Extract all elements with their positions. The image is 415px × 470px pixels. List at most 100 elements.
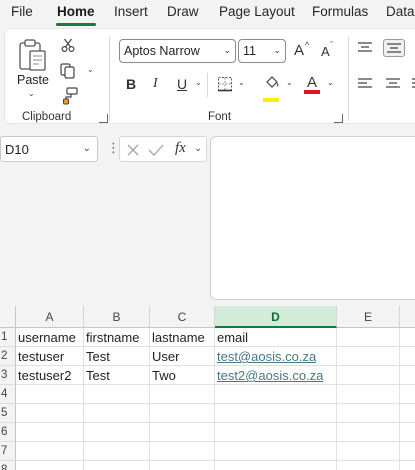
cell-b4[interactable] — [84, 385, 150, 404]
row-header-7[interactable]: 7 — [0, 442, 16, 461]
bold-button[interactable]: B — [126, 76, 136, 92]
decrease-font-size-button[interactable]: A — [321, 44, 330, 59]
align-center-icon[interactable] — [385, 77, 401, 91]
cell-e3[interactable] — [337, 366, 400, 385]
column-header-d[interactable]: D — [215, 306, 337, 328]
cell-d4[interactable] — [215, 385, 337, 404]
font-color-chevron-down-icon[interactable]: ⌄ — [327, 78, 334, 87]
align-top-icon[interactable] — [357, 41, 373, 55]
cell-b5[interactable] — [84, 404, 150, 423]
cell-a1[interactable]: username — [16, 328, 84, 347]
row-header-5[interactable]: 5 — [0, 404, 16, 423]
borders-chevron-down-icon[interactable]: ⌄ — [238, 78, 245, 87]
tab-page-layout[interactable]: Page Layout — [219, 4, 295, 19]
cell-c5[interactable] — [150, 404, 215, 423]
paste-icon[interactable] — [17, 37, 49, 73]
name-box-chevron-down-icon[interactable]: ⌄ — [83, 143, 91, 154]
borders-icon[interactable] — [217, 76, 233, 92]
cancel-icon[interactable] — [126, 143, 140, 157]
fx-chevron-down-icon[interactable]: ⌄ — [194, 143, 202, 154]
cell-f4[interactable] — [400, 385, 415, 404]
cell-f6[interactable] — [400, 423, 415, 442]
row-header-1[interactable]: 1 — [0, 328, 16, 347]
cell-f5[interactable] — [400, 404, 415, 423]
cell-a3[interactable]: testuser2 — [16, 366, 84, 385]
column-header-f[interactable] — [400, 306, 415, 328]
tab-insert[interactable]: Insert — [114, 4, 148, 19]
fill-color-chevron-down-icon[interactable]: ⌄ — [286, 78, 293, 87]
cell-e5[interactable] — [337, 404, 400, 423]
column-header-b[interactable]: B — [84, 306, 150, 328]
cell-d7[interactable] — [215, 442, 337, 461]
cell-e4[interactable] — [337, 385, 400, 404]
cell-f2[interactable] — [400, 347, 415, 366]
copy-icon[interactable] — [60, 63, 78, 79]
cell-d5[interactable] — [215, 404, 337, 423]
column-header-a[interactable]: A — [16, 306, 84, 328]
row-header-3[interactable]: 3 — [0, 366, 16, 385]
cell-b8[interactable] — [84, 461, 150, 470]
cell-f8[interactable] — [400, 461, 415, 470]
italic-button[interactable]: I — [153, 76, 158, 92]
cell-e6[interactable] — [337, 423, 400, 442]
cell-a5[interactable] — [16, 404, 84, 423]
row-header-4[interactable]: 4 — [0, 385, 16, 404]
formula-input[interactable] — [210, 136, 415, 300]
name-box[interactable]: D10 ⌄ — [0, 136, 98, 162]
cell-b3[interactable]: Test — [84, 366, 150, 385]
cell-a4[interactable] — [16, 385, 84, 404]
cell-b7[interactable] — [84, 442, 150, 461]
tab-draw[interactable]: Draw — [167, 4, 199, 19]
cell-e7[interactable] — [337, 442, 400, 461]
cell-c3[interactable]: Two — [150, 366, 215, 385]
align-left-icon[interactable] — [357, 77, 373, 91]
row-header-2[interactable]: 2 — [0, 347, 16, 366]
cell-d6[interactable] — [215, 423, 337, 442]
cell-c6[interactable] — [150, 423, 215, 442]
column-header-e[interactable]: E — [337, 306, 400, 328]
clipboard-launcher-icon[interactable] — [99, 114, 108, 123]
cell-d2-link[interactable]: test@aosis.co.za — [215, 347, 337, 366]
cell-f7[interactable] — [400, 442, 415, 461]
column-header-c[interactable]: C — [150, 306, 215, 328]
font-size-select[interactable]: 11 ⌄ — [238, 39, 286, 63]
align-middle-icon[interactable] — [383, 39, 405, 57]
tab-home[interactable]: Home — [57, 4, 95, 19]
cell-a8[interactable] — [16, 461, 84, 470]
tab-file[interactable]: File — [11, 4, 33, 19]
underline-button[interactable]: U — [177, 76, 187, 92]
cell-a2[interactable]: testuser — [16, 347, 84, 366]
select-all-button[interactable] — [0, 306, 16, 328]
increase-font-size-button[interactable]: A — [294, 42, 304, 59]
cell-e2[interactable] — [337, 347, 400, 366]
row-header-6[interactable]: 6 — [0, 423, 16, 442]
row-header-8[interactable]: 8 — [0, 461, 16, 470]
cell-e1[interactable] — [337, 328, 400, 347]
paste-button[interactable]: Paste — [17, 73, 49, 87]
cell-f3[interactable] — [400, 366, 415, 385]
copy-chevron-down-icon[interactable]: ⌄ — [87, 65, 94, 74]
cell-f1[interactable] — [400, 328, 415, 347]
tab-formulas[interactable]: Formulas — [312, 4, 368, 19]
enter-check-icon[interactable] — [148, 143, 164, 157]
cell-b2[interactable]: Test — [84, 347, 150, 366]
cell-d1[interactable]: email — [215, 328, 337, 347]
cell-e8[interactable] — [337, 461, 400, 470]
cut-icon[interactable] — [60, 37, 76, 53]
cell-b1[interactable]: firstname — [84, 328, 150, 347]
tab-data[interactable]: Data — [386, 4, 415, 19]
cell-d3-link[interactable]: test2@aosis.co.za — [215, 366, 337, 385]
cell-d8[interactable] — [215, 461, 337, 470]
paste-chevron-down-icon[interactable]: ⌄ — [28, 89, 35, 98]
format-painter-icon[interactable] — [60, 87, 78, 105]
cell-c7[interactable] — [150, 442, 215, 461]
cell-b6[interactable] — [84, 423, 150, 442]
insert-function-button[interactable]: fx — [175, 140, 186, 157]
cell-a7[interactable] — [16, 442, 84, 461]
font-name-select[interactable]: Aptos Narrow ⌄ — [119, 39, 236, 63]
cell-c2[interactable]: User — [150, 347, 215, 366]
font-launcher-icon[interactable] — [334, 114, 343, 123]
cell-c1[interactable]: lastname — [150, 328, 215, 347]
font-color-button[interactable]: A — [307, 74, 317, 91]
underline-chevron-down-icon[interactable]: ⌄ — [195, 78, 202, 87]
